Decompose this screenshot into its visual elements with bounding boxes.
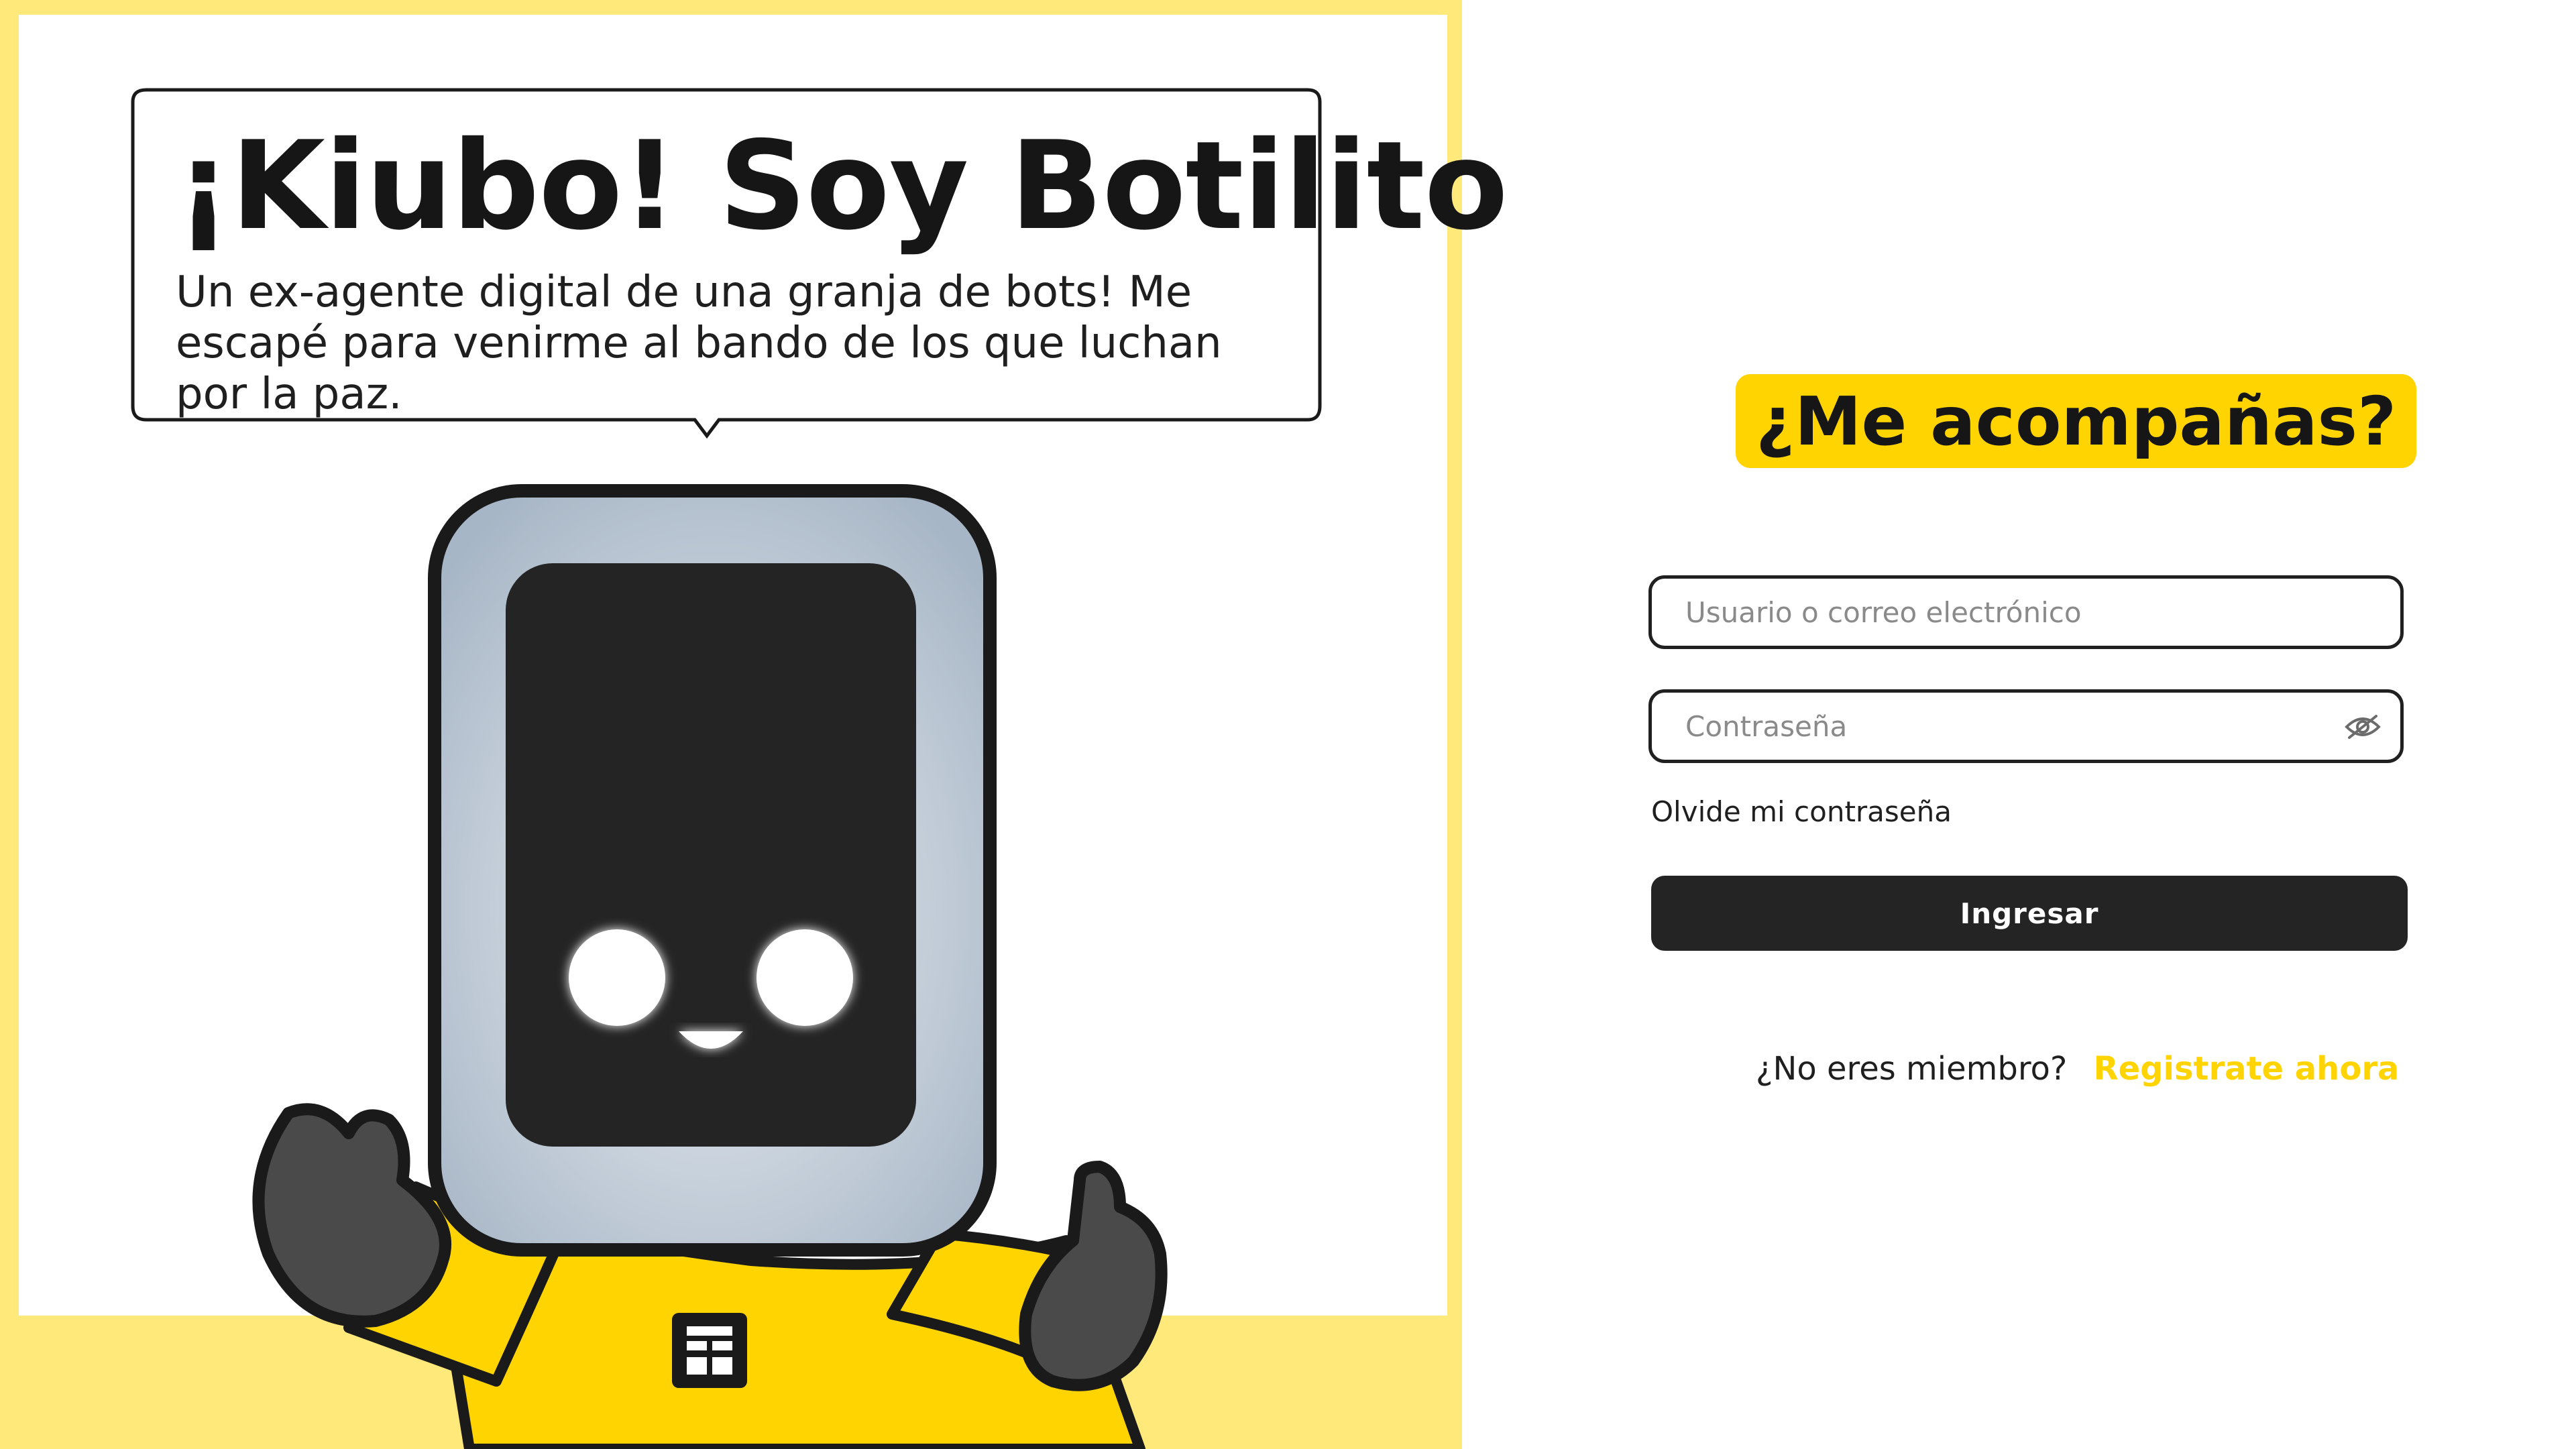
signup-row: ¿No eres miembro? Registrate ahora [1756,1050,2399,1088]
signup-link[interactable]: Registrate ahora [2094,1050,2400,1088]
username-input[interactable] [1648,575,2404,649]
login-heading-highlight: ¿Me acompañas? [1736,374,2417,468]
signup-prompt: ¿No eres miembro? [1756,1050,2068,1088]
robot-screen [506,563,916,1147]
speech-bubble-content: ¡Kiubo! Soy Botilito Un ex-agente digita… [176,115,1508,420]
robot-left-hand [252,1103,451,1328]
robot-right-eye [757,929,853,1026]
hero-panel: ¡Kiubo! Soy Botilito Un ex-agente digita… [0,0,1508,1449]
login-heading: ¿Me acompañas? [1756,382,2397,461]
password-visibility-toggle[interactable] [2339,709,2386,744]
eye-off-icon [2345,715,2381,739]
login-button[interactable]: Ingresar [1651,876,2408,951]
forgot-password-link[interactable]: Olvide mi contraseña [1651,795,1952,828]
robot-left-eye [569,929,665,1026]
shirt-logo-icon [672,1313,747,1388]
hero-title: ¡Kiubo! Soy Botilito [176,115,1508,257]
hero-description: Un ex-agente digital de una granja de bo… [176,268,1222,419]
robot-right-hand [1019,1161,1168,1391]
password-input[interactable] [1648,689,2404,763]
